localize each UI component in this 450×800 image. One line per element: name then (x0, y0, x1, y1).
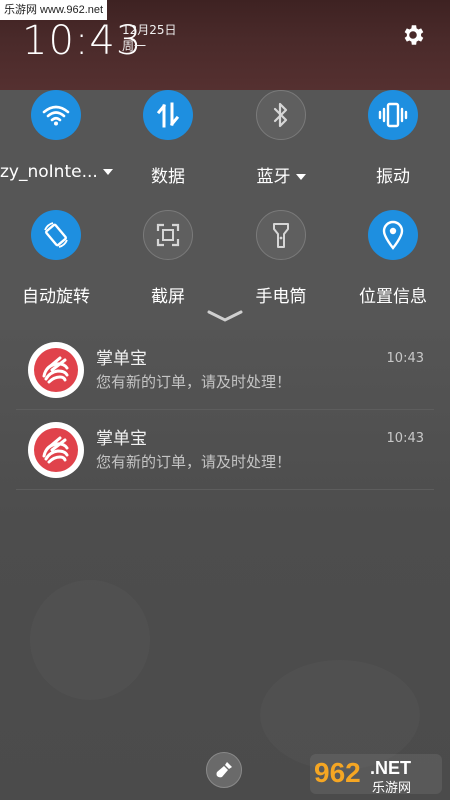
app-icon (28, 342, 84, 398)
notification-item[interactable]: 掌单宝 您有新的订单，请及时处理！ 10:43 (16, 330, 434, 410)
vibrate-tile-circle[interactable] (368, 90, 418, 140)
mobile-data-icon (156, 102, 180, 128)
tile-mobile-data[interactable]: 数据 (112, 90, 224, 187)
svg-text:.NET: .NET (370, 758, 411, 778)
app-icon (28, 422, 84, 478)
svg-text:乐游网: 乐游网 (372, 781, 411, 796)
settings-button[interactable] (400, 22, 426, 48)
status-header: 乐游网 www.962.net 10:43 12月25日 周一 (0, 0, 450, 90)
tile-label-vibrate: 振动 (376, 167, 410, 187)
quick-settings-panel: zy_noInte... 数据 蓝牙 振动 自动旋转 截屏 手电筒 位置信息 (0, 90, 450, 330)
broom-icon (216, 762, 232, 778)
tile-label-wifi: zy_noInte... (0, 162, 113, 182)
tile-bluetooth[interactable]: 蓝牙 (225, 90, 337, 187)
date-block[interactable]: 12月25日 周一 (122, 22, 177, 54)
tile-label-bluetooth: 蓝牙 (225, 162, 337, 187)
clear-all-button[interactable] (206, 752, 242, 788)
vibrate-icon (378, 102, 408, 128)
tile-flashlight[interactable]: 手电筒 (225, 210, 337, 307)
hand-logo-icon (34, 428, 78, 472)
bluetooth-label: 蓝牙 (256, 167, 291, 187)
bluetooth-icon (273, 102, 288, 128)
tile-label-data: 数据 (151, 167, 185, 187)
notification-item[interactable]: 掌单宝 您有新的订单，请及时处理！ 10:43 (16, 410, 434, 490)
notification-message: 您有新的订单，请及时处理！ (96, 453, 292, 471)
location-icon (382, 220, 404, 250)
chevron-down-icon[interactable] (295, 174, 306, 180)
notification-app-name: 掌单宝 (96, 429, 147, 449)
wifi-icon (42, 105, 70, 126)
flashlight-icon (273, 223, 289, 248)
weekday-text: 周一 (122, 39, 147, 53)
rotate-icon (44, 222, 68, 248)
tile-screenshot[interactable]: 截屏 (112, 210, 224, 307)
tile-vibrate[interactable]: 振动 (337, 90, 449, 187)
bluetooth-tile-circle[interactable] (256, 90, 306, 140)
wifi-tile-circle[interactable] (31, 90, 81, 140)
hand-logo-icon (34, 348, 78, 392)
screenshot-icon (156, 223, 180, 247)
background-blur (30, 580, 150, 700)
notification-list: 掌单宝 您有新的订单，请及时处理！ 10:43 掌单宝 您有新的订单，请及时处理… (0, 330, 450, 490)
flashlight-tile-circle[interactable] (256, 210, 306, 260)
rotate-tile-circle[interactable] (31, 210, 81, 260)
wifi-label: zy_noInte... (0, 162, 98, 182)
notification-time: 10:43 (386, 431, 424, 446)
screenshot-tile-circle[interactable] (143, 210, 193, 260)
data-tile-circle[interactable] (143, 90, 193, 140)
tile-wifi[interactable]: zy_noInte... (0, 90, 113, 182)
gear-icon (404, 25, 424, 45)
site-watermark-logo: 962 .NET 乐游网 (310, 754, 442, 796)
location-tile-circle[interactable] (368, 210, 418, 260)
notification-time: 10:43 (386, 351, 424, 366)
tile-label-location: 位置信息 (359, 287, 427, 307)
tile-auto-rotate[interactable]: 自动旋转 (0, 210, 112, 307)
expand-handle-icon[interactable] (205, 308, 245, 324)
notification-message: 您有新的订单，请及时处理！ (96, 373, 292, 391)
svg-text:962: 962 (314, 757, 361, 788)
watermark-top: 乐游网 www.962.net (0, 0, 108, 20)
tile-label-screenshot: 截屏 (151, 287, 185, 307)
tile-label-rotate: 自动旋转 (22, 287, 90, 307)
notification-app-name: 掌单宝 (96, 349, 147, 369)
tile-location[interactable]: 位置信息 (337, 210, 449, 307)
date-text: 12月25日 (122, 23, 177, 37)
tile-label-flashlight: 手电筒 (255, 287, 307, 307)
